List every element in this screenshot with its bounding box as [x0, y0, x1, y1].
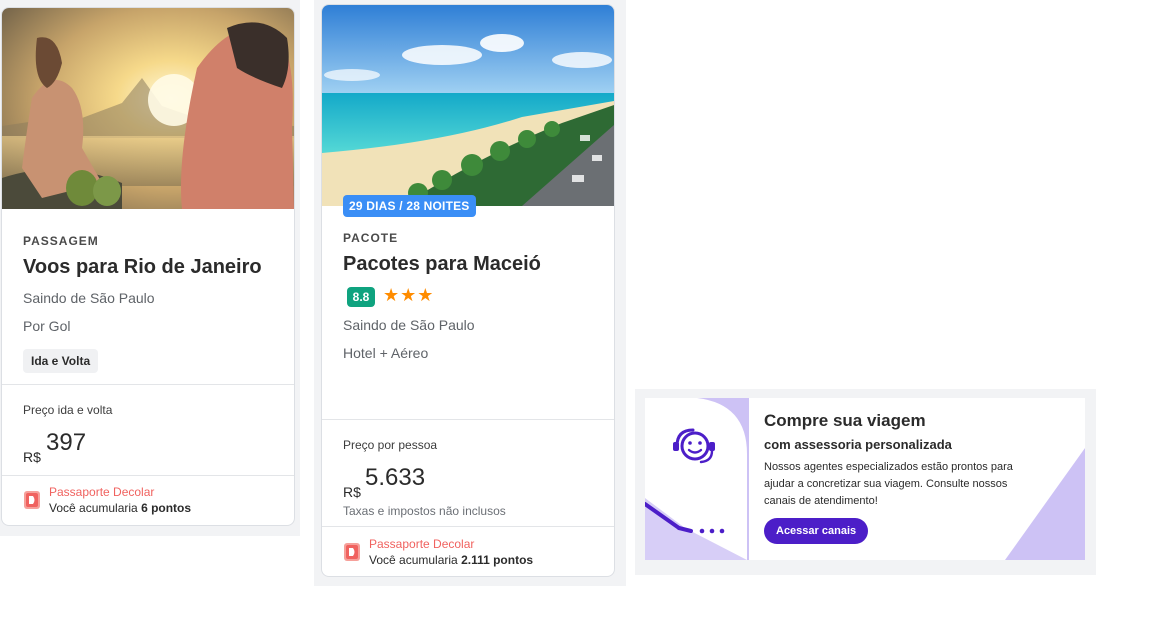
offer-card-maceio[interactable]: 29 DIAS / 28 NOITES PACOTE Pacotes para … [321, 4, 615, 577]
price-amount: 5.633 [365, 464, 426, 491]
divider [322, 526, 614, 527]
currency-symbol: R$ [343, 484, 361, 500]
passport-title[interactable]: Passaporte Decolar [369, 537, 474, 551]
trip-type-chip: Ida e Volta [23, 349, 99, 373]
origin-text: Saindo de São Paulo [343, 317, 475, 333]
currency-symbol: R$ [23, 449, 41, 465]
divider [2, 384, 294, 385]
offer-title[interactable]: Pacotes para Maceió [343, 253, 541, 276]
offer-card-rio[interactable]: PASSAGEM Voos para Rio de Janeiro Saindo… [1, 7, 295, 526]
banner-description: Nossos agentes especializados estão pron… [764, 461, 1013, 507]
maceio-beach-photo [322, 5, 614, 206]
airline-text: Por Gol [23, 318, 71, 334]
rating-score: 8.8 [347, 287, 375, 307]
passport-icon [344, 543, 360, 561]
duration-badge: 29 DIAS / 28 NOITES [343, 195, 476, 217]
passport-points: 6 pontos [141, 501, 192, 515]
star-rating-icon: ★★★ [383, 285, 435, 305]
divider [2, 475, 294, 476]
passport-points-line: Você acumularia 2.111 pontos [369, 553, 534, 567]
access-channels-button[interactable]: Acessar canais [764, 518, 869, 544]
passport-points: 2.111 pontos [461, 553, 534, 567]
price-label: Preço ida e volta [23, 403, 113, 417]
price-amount: 397 [46, 429, 87, 456]
origin-text: Saindo de São Paulo [23, 290, 155, 306]
passport-icon [24, 491, 40, 509]
banner-title: Compre sua viagem [764, 411, 926, 430]
taxes-note: Taxas e impostos não inclusos [343, 504, 506, 518]
package-type-text: Hotel + Aéreo [343, 345, 429, 361]
product-type-tag: PACOTE [343, 231, 399, 245]
passport-title[interactable]: Passaporte Decolar [49, 485, 154, 499]
passport-points-line: Você acumularia 6 pontos [49, 501, 192, 515]
divider [322, 419, 614, 420]
offer-title[interactable]: Voos para Rio de Janeiro [23, 256, 262, 279]
price-label: Preço por pessoa [343, 438, 438, 452]
rio-sunset-photo [2, 8, 294, 209]
banner-subtitle: com assessoria personalizada [764, 437, 952, 452]
product-type-tag: PASSAGEM [23, 234, 99, 248]
support-banner: Compre sua viagem com assessoria persona… [645, 398, 1085, 560]
support-agent-icon [673, 428, 715, 464]
